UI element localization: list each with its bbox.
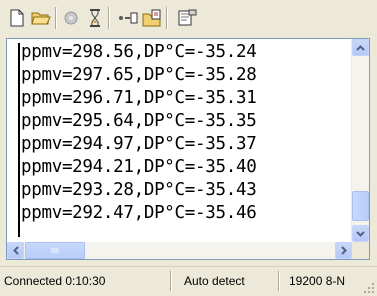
terminal-line: ppmv=295.64,DP°C=-35.35	[21, 111, 257, 131]
terminal-line: ppmv=294.21,DP°C=-35.40	[21, 157, 257, 177]
new-file-icon[interactable]	[6, 7, 28, 29]
chevron-down-icon	[356, 230, 365, 237]
scroll-down-button[interactable]	[352, 225, 369, 242]
status-bar: Connected 0:10:30 Auto detect 19200 8-N	[0, 266, 377, 296]
chevron-right-icon	[340, 246, 347, 255]
toolbar-separator	[108, 7, 110, 29]
connect-icon[interactable]	[84, 7, 106, 29]
scroll-left-button[interactable]	[7, 242, 24, 259]
port-settings-status: 19200 8-N	[289, 274, 346, 288]
terminal-line: ppmv=294.97,DP°C=-35.37	[21, 134, 257, 154]
scroll-right-button[interactable]	[335, 242, 352, 259]
terminal-output[interactable]: ppmv=298.56,DP°C=-35.24 ppmv=297.65,DP°C…	[6, 38, 370, 260]
terminal-line: ppmv=292.47,DP°C=-35.46	[21, 203, 257, 223]
text-caret	[18, 43, 20, 237]
vertical-scroll-thumb[interactable]	[352, 191, 369, 221]
terminal-line: ppmv=297.65,DP°C=-35.28	[21, 65, 257, 85]
grip-icon	[51, 248, 59, 253]
chevron-up-icon	[356, 44, 365, 51]
chevron-left-icon	[12, 246, 19, 255]
disconnect-icon[interactable]	[60, 7, 82, 29]
send-icon[interactable]	[117, 7, 139, 29]
capture-icon[interactable]	[141, 7, 163, 29]
terminal-line: ppmv=298.56,DP°C=-35.24	[21, 42, 257, 62]
horizontal-scrollbar[interactable]	[7, 242, 352, 259]
toolbar	[0, 0, 377, 40]
vertical-scrollbar[interactable]	[351, 39, 369, 242]
open-folder-icon[interactable]	[30, 7, 52, 29]
horizontal-scroll-thumb[interactable]	[25, 242, 85, 259]
status-separator	[278, 271, 280, 291]
properties-icon[interactable]	[176, 7, 198, 29]
terminal-line: ppmv=296.71,DP°C=-35.31	[21, 88, 257, 108]
status-separator	[170, 271, 172, 291]
toolbar-separator	[55, 7, 57, 29]
connection-status: Connected 0:10:30	[4, 274, 106, 288]
resize-grip-icon[interactable]	[364, 283, 375, 294]
scrollbar-corner	[352, 242, 369, 259]
scroll-up-button[interactable]	[352, 39, 369, 56]
terminal-lines: ppmv=298.56,DP°C=-35.24 ppmv=297.65,DP°C…	[21, 41, 257, 225]
toolbar-separator	[166, 7, 168, 29]
terminal-line: ppmv=293.28,DP°C=-35.43	[21, 180, 257, 200]
detect-status: Auto detect	[184, 274, 245, 288]
